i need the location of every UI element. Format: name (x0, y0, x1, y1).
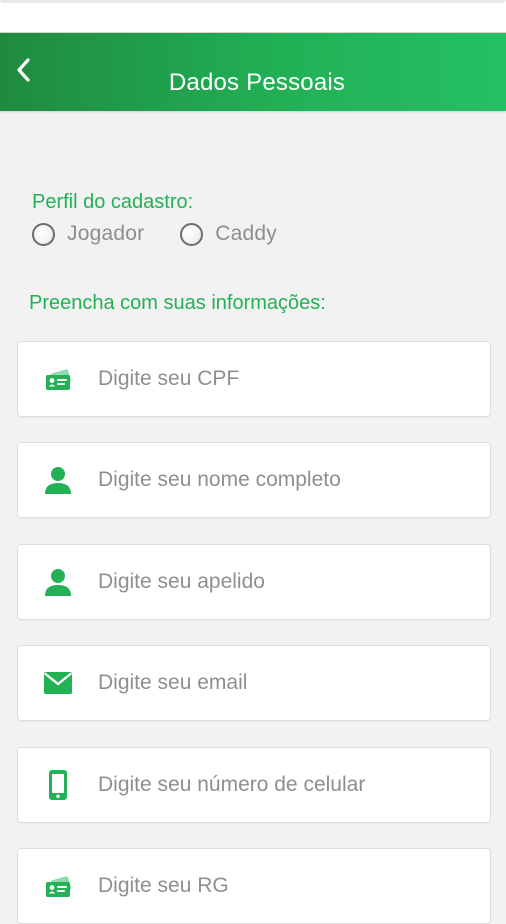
profile-option-jogador[interactable]: Jogador (32, 222, 144, 246)
cpf-input[interactable] (98, 361, 468, 397)
page-title: Dados Pessoais (168, 69, 346, 96)
rg-field[interactable] (17, 848, 491, 924)
mobile-number-field[interactable] (17, 747, 491, 823)
profile-option-jogador-label: Jogador (67, 222, 145, 245)
envelope-icon (18, 646, 98, 720)
email-input[interactable] (98, 665, 468, 701)
rg-input[interactable] (98, 868, 468, 904)
profile-section-label: Perfil do cadastro: (32, 191, 194, 213)
cpf-field[interactable] (17, 341, 491, 417)
profile-radio-group: Jogador Caddy (32, 222, 277, 246)
nickname-field[interactable] (17, 544, 491, 620)
app-header: Dados Pessoais (0, 33, 506, 111)
user-icon (18, 443, 98, 517)
nickname-input[interactable] (98, 564, 468, 600)
form-section-label: Preencha com suas informações: (29, 292, 326, 314)
radio-button-caddy[interactable] (180, 222, 204, 246)
id-card-icon (18, 849, 98, 923)
status-bar (0, 0, 506, 33)
full-name-field[interactable] (17, 442, 491, 518)
profile-option-caddy[interactable]: Caddy (180, 222, 277, 246)
id-card-icon (18, 342, 98, 416)
profile-option-caddy-label: Caddy (215, 222, 277, 245)
radio-button-jogador[interactable] (32, 222, 55, 246)
mobile-number-input[interactable] (98, 767, 468, 803)
user-icon (18, 545, 98, 619)
email-field[interactable] (17, 645, 491, 721)
full-name-input[interactable] (98, 462, 468, 498)
mobile-phone-icon (18, 748, 98, 822)
